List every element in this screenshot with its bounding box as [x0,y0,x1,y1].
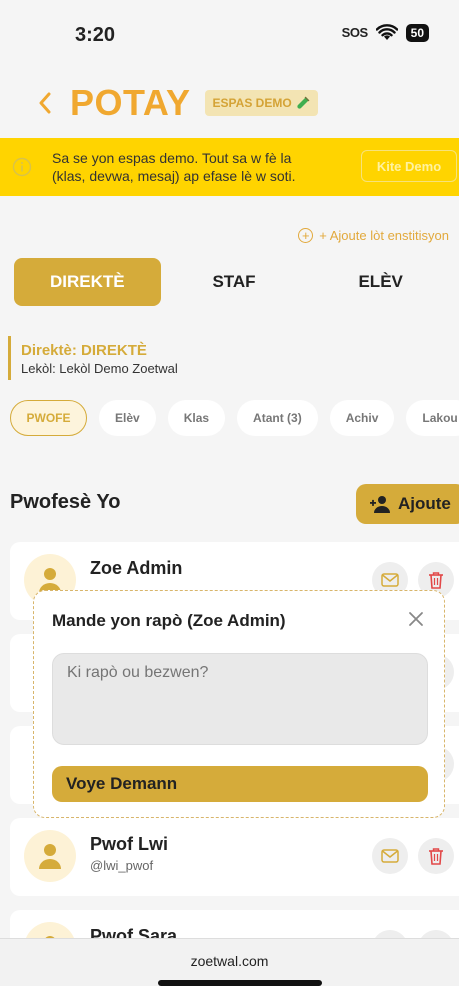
add-person-icon [370,496,390,513]
back-button[interactable] [38,86,60,120]
demo-badge-label: ESPAS DEMO [212,96,292,110]
school-name: Lekòl: Lekòl Demo Zoetwal [21,361,178,376]
info-icon [12,157,32,177]
chip-pending[interactable]: Atant (3) [237,400,318,436]
trash-icon [429,848,443,865]
delete-button[interactable] [418,838,454,874]
status-time: 3:20 [75,24,116,46]
section-title: Pwofesè Yo [10,491,121,513]
sos-indicator: SOS [341,25,368,40]
add-institution-link[interactable]: + + Ajoute lòt enstitisyon [298,228,449,243]
url-label[interactable]: zoetwal.com [0,953,459,969]
tab-staff[interactable]: STAF [161,258,308,306]
modal-title: Mande yon rapò (Zoe Admin) [52,611,286,630]
report-request-modal: Mande yon rapò (Zoe Admin) Voye Demann [33,590,445,818]
add-institution-label: + Ajoute lòt enstitisyon [319,228,449,243]
app-title: POTAY [70,82,191,123]
status-bar: 3:20 SOS 50 [0,0,459,70]
teacher-handle: @lwi_pwof [90,858,154,873]
demo-banner-text: Sa se yon espas demo. Tout sa w fè la (k… [52,150,296,184]
add-teacher-label: Ajoute [398,494,451,513]
close-icon[interactable] [406,609,426,629]
director-label: Direktè: DIREKTÈ [21,342,147,359]
add-teacher-button[interactable]: Ajoute [356,484,459,524]
home-indicator [158,980,322,986]
circle-plus-icon: + [298,228,314,243]
role-tabs: DIREKTÈ STAF ELÈV [14,258,454,306]
battery-indicator: 50 [405,24,429,42]
chip-courtyard[interactable]: Lakou [406,400,459,436]
teacher-name: Zoe Admin [90,558,183,578]
chip-students[interactable]: Elèv [99,400,156,436]
mail-icon [381,849,399,863]
tab-students[interactable]: ELÈV [307,258,454,306]
section-chips: PWOFE Elèv Klas Atant (3) Achiv Lakou [10,400,459,436]
report-request-input[interactable] [52,653,428,745]
status-icons: SOS 50 [342,24,429,42]
teacher-name: Pwof Lwi [90,834,168,854]
demo-badge: ESPAS DEMO [204,90,318,116]
chip-archive[interactable]: Achiv [329,400,395,436]
avatar [24,830,76,882]
wifi-icon [375,24,398,40]
message-button[interactable] [372,838,408,874]
browser-bar: zoetwal.com [0,938,459,986]
school-info: Direktè: DIREKTÈ Lekòl: Lekòl Demo Zoetw… [8,336,178,380]
app-header: POTAY ESPAS DEMO [38,82,318,124]
demo-banner: Sa se yon espas demo. Tout sa w fè la (k… [0,138,459,196]
chip-classes[interactable]: Klas [167,400,226,436]
test-tube-icon [297,96,310,109]
quit-demo-button[interactable]: Kite Demo [361,150,457,182]
back-chevron-icon [39,92,51,114]
person-icon [39,844,61,869]
mail-icon [381,573,399,587]
chip-teachers[interactable]: PWOFE [10,400,87,436]
teacher-card[interactable]: Pwof Lwi @lwi_pwof [10,818,459,896]
tab-director[interactable]: DIREKTÈ [14,258,161,306]
send-request-button[interactable]: Voye Demann [52,766,428,802]
trash-icon [429,572,443,589]
